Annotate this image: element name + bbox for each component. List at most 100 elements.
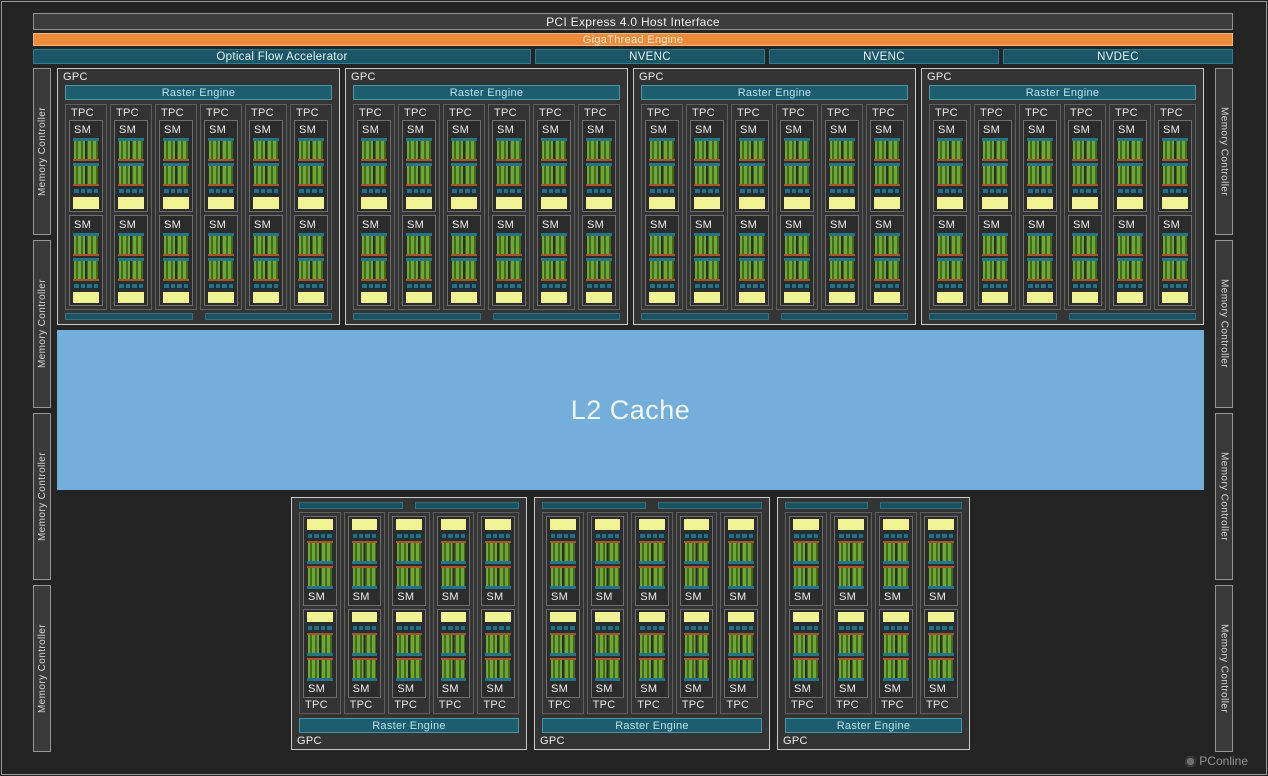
core-array xyxy=(485,658,511,681)
ldst-unit xyxy=(465,284,470,288)
engine-block-nvenc: NVENC xyxy=(535,49,765,64)
ldst-unit xyxy=(945,189,950,193)
ldst-unit xyxy=(1176,189,1181,193)
tensor-block xyxy=(361,292,387,304)
ldst-row xyxy=(253,188,279,194)
ldst-unit xyxy=(949,626,954,630)
ldst-unit xyxy=(1125,189,1130,193)
ldst-row xyxy=(163,188,189,194)
core-array xyxy=(1162,233,1188,256)
tpc-block: TPCSMSM xyxy=(65,104,107,310)
ldst-unit xyxy=(261,189,266,193)
ldst-unit xyxy=(596,626,600,630)
ldst-row xyxy=(793,625,819,631)
core-array xyxy=(396,541,422,564)
ldst-unit xyxy=(785,284,790,288)
core-array xyxy=(928,633,954,656)
ldst-unit xyxy=(267,284,272,288)
ldst-row xyxy=(639,533,665,539)
gpc-label: GPC xyxy=(58,69,339,85)
ldst-row xyxy=(441,533,467,539)
tpc-block: SMSMTPC xyxy=(542,512,584,714)
core-array xyxy=(1162,258,1188,281)
memory-controller-label: Memory Controller xyxy=(37,452,48,541)
memory-controller-block: Memory Controller xyxy=(1215,68,1233,235)
ldst-row xyxy=(784,283,810,289)
ldst-unit xyxy=(94,189,99,193)
tpc-block: TPCSMSM xyxy=(1019,104,1061,310)
core-array xyxy=(441,541,467,564)
core-array xyxy=(829,138,855,161)
ldst-unit xyxy=(504,189,509,193)
ldst-unit xyxy=(888,284,893,288)
ldst-unit xyxy=(698,534,702,538)
ldst-row xyxy=(73,283,99,289)
sm-block: SM xyxy=(1023,215,1057,307)
ldst-unit xyxy=(442,626,446,630)
ldst-row xyxy=(307,533,333,539)
core-array xyxy=(1072,233,1098,256)
ldst-unit xyxy=(461,534,465,538)
sm-block: SM xyxy=(294,120,328,212)
core-array xyxy=(451,258,477,281)
tensor-block xyxy=(118,197,144,209)
core-array xyxy=(982,258,1008,281)
gpc-block: GPCRaster EngineTPCSMSMTPCSMSMTPCSMSMTPC… xyxy=(921,68,1204,325)
tensor-block xyxy=(784,197,810,209)
ldst-unit xyxy=(807,534,812,538)
ldst-row xyxy=(838,625,864,631)
sm-block: SM xyxy=(437,516,471,606)
core-array xyxy=(793,566,819,589)
ldst-unit xyxy=(888,189,893,193)
sm-label: SM xyxy=(1117,218,1143,233)
core-array xyxy=(541,233,567,256)
memory-controller-block: Memory Controller xyxy=(1215,413,1233,580)
sm-block: SM xyxy=(1068,120,1102,212)
ldst-unit xyxy=(557,626,561,630)
core-array xyxy=(298,258,324,281)
ldst-unit xyxy=(951,284,956,288)
gigathread-engine-bar: GigaThread Engine xyxy=(33,33,1233,46)
sm-label: SM xyxy=(496,218,522,233)
sm-block: SM xyxy=(978,215,1012,307)
ldst-row xyxy=(307,625,333,631)
sm-label: SM xyxy=(739,218,765,233)
core-array xyxy=(1027,163,1053,186)
ldst-unit xyxy=(587,189,592,193)
ldst-row xyxy=(1072,283,1098,289)
ldst-unit xyxy=(587,284,592,288)
core-array xyxy=(793,541,819,564)
core-array xyxy=(649,233,675,256)
ldst-row xyxy=(118,188,144,194)
ldst-unit xyxy=(951,189,956,193)
ldst-unit xyxy=(736,534,740,538)
tensor-block xyxy=(793,612,819,623)
sm-label: SM xyxy=(1162,123,1188,138)
tensor-block xyxy=(829,292,855,304)
ldst-unit xyxy=(1028,189,1033,193)
tpc-label: TPC xyxy=(158,105,194,120)
sm-block: SM xyxy=(357,120,391,212)
ldst-unit xyxy=(859,626,864,630)
tensor-block xyxy=(595,519,621,530)
ldst-unit xyxy=(640,534,644,538)
ldst-unit xyxy=(742,534,746,538)
ldst-unit xyxy=(319,189,324,193)
sm-label: SM xyxy=(118,123,144,138)
ldst-unit xyxy=(792,284,797,288)
core-array xyxy=(838,566,864,589)
ldst-unit xyxy=(216,189,221,193)
ldst-unit xyxy=(177,284,182,288)
tpc-row: TPCSMSMTPCSMSMTPCSMSMTPCSMSMTPCSMSMTPCSM… xyxy=(641,104,908,310)
ldst-unit xyxy=(570,626,574,630)
tensor-block xyxy=(406,197,432,209)
core-array xyxy=(728,658,754,681)
core-array xyxy=(874,233,900,256)
sm-label: SM xyxy=(73,123,99,138)
ldst-unit xyxy=(653,534,657,538)
sm-block: SM xyxy=(789,609,823,699)
core-array xyxy=(739,163,765,186)
ldst-row xyxy=(928,625,954,631)
core-array xyxy=(928,541,954,564)
ldst-unit xyxy=(504,284,509,288)
